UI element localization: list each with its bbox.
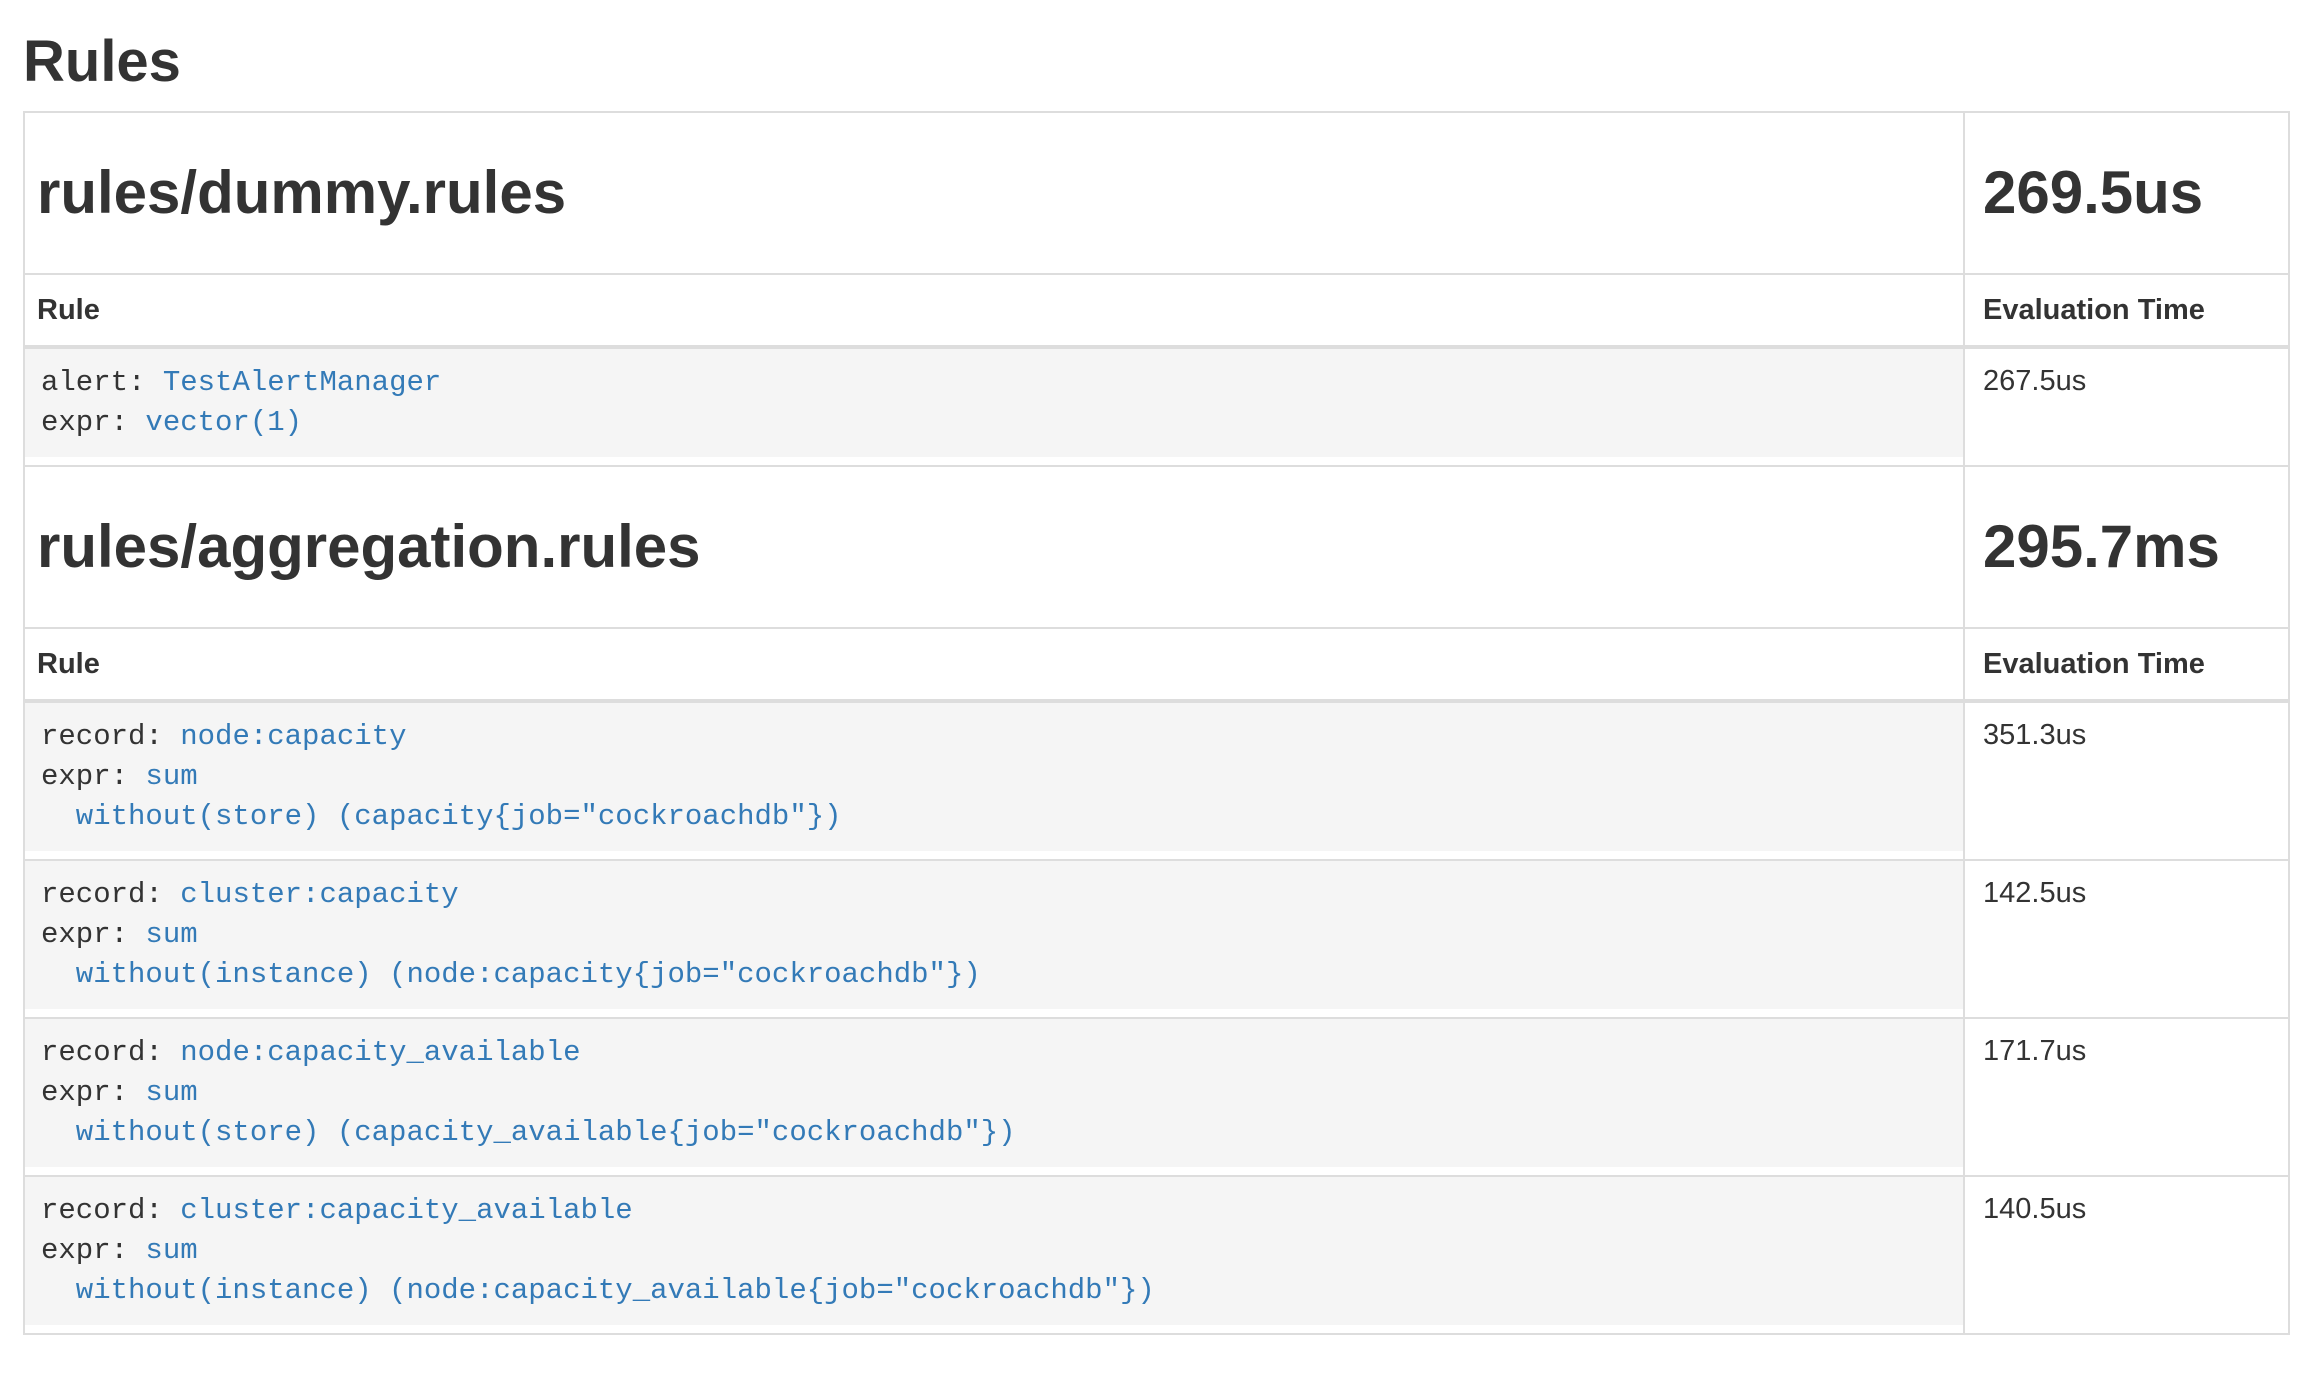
rule-group-file: rules/dummy.rules	[37, 160, 1963, 226]
rule-expr-link[interactable]: sum without(instance) (node:capacity_ava…	[41, 1234, 1155, 1307]
rule-column-header: Rule	[37, 294, 100, 326]
rule-column-header-cell: Rule	[24, 274, 1964, 347]
rule-name-link[interactable]: cluster:capacity	[180, 878, 458, 911]
rule-group-file: rules/aggregation.rules	[37, 514, 1963, 580]
rule-cell: record: node:capacity_available expr: su…	[24, 1018, 1964, 1176]
rule-kind-label: record:	[41, 1194, 163, 1227]
columns-header-row: Rule Evaluation Time	[24, 628, 2289, 701]
rule-row: alert: TestAlertManager expr: vector(1)2…	[24, 347, 2289, 466]
rule-row: record: cluster:capacity expr: sum witho…	[24, 860, 2289, 1018]
rule-group-name-cell: rules/aggregation.rules	[24, 466, 1964, 628]
rule-evaluation-time: 140.5us	[1964, 1176, 2289, 1334]
rule-group-name-cell: rules/dummy.rules	[24, 112, 1964, 274]
rule-name-link[interactable]: node:capacity_available	[180, 1036, 580, 1069]
rule-column-header-cell: Rule	[24, 628, 1964, 701]
rule-cell: alert: TestAlertManager expr: vector(1)	[24, 347, 1964, 466]
eval-time-column-header: Evaluation Time	[1983, 294, 2205, 326]
eval-time-column-header: Evaluation Time	[1983, 648, 2205, 680]
rule-group-eval-cell: 295.7ms	[1964, 466, 2289, 628]
rule-expr-link[interactable]: sum without(store) (capacity{job="cockro…	[41, 760, 842, 833]
rule-evaluation-time: 171.7us	[1964, 1018, 2289, 1176]
rule-code-block: record: cluster:capacity_available expr:…	[25, 1177, 1963, 1325]
rules-table: rules/dummy.rules 269.5us Rule Evaluation T…	[23, 111, 2290, 1335]
rules-table-body: rules/dummy.rules 269.5us Rule Evaluation T…	[24, 112, 2289, 1334]
rule-name-link[interactable]: cluster:capacity_available	[180, 1194, 632, 1227]
rule-evaluation-time: 351.3us	[1964, 701, 2289, 860]
rule-name-link[interactable]: node:capacity	[180, 720, 406, 753]
rule-expr-link[interactable]: vector(1)	[145, 406, 302, 439]
rule-code-block: alert: TestAlertManager expr: vector(1)	[25, 349, 1963, 457]
rule-code-block: record: node:capacity_available expr: su…	[25, 1019, 1963, 1167]
rule-row: record: cluster:capacity_available expr:…	[24, 1176, 2289, 1334]
rule-code-block: record: node:capacity expr: sum without(…	[25, 703, 1963, 851]
rule-expr-link[interactable]: sum without(instance) (node:capacity{job…	[41, 918, 981, 991]
columns-header-row: Rule Evaluation Time	[24, 274, 2289, 347]
rule-kind-label: record:	[41, 878, 163, 911]
rule-name-link[interactable]: TestAlertManager	[163, 366, 441, 399]
rule-kind-label: record:	[41, 1036, 163, 1069]
rule-expr-label: expr:	[41, 918, 128, 951]
eval-time-column-header-cell: Evaluation Time	[1964, 274, 2289, 347]
rule-group-evaluation-duration: 295.7ms	[1983, 514, 2288, 580]
page-title: Rules	[23, 30, 2290, 95]
rule-group-header-row: rules/dummy.rules 269.5us	[24, 112, 2289, 274]
rule-cell: record: cluster:capacity_available expr:…	[24, 1176, 1964, 1334]
rule-kind-label: alert:	[41, 366, 145, 399]
rule-expr-label: expr:	[41, 1234, 128, 1267]
rule-group-eval-cell: 269.5us	[1964, 112, 2289, 274]
rule-code-block: record: cluster:capacity expr: sum witho…	[25, 861, 1963, 1009]
rule-evaluation-time: 142.5us	[1964, 860, 2289, 1018]
rule-expr-link[interactable]: sum without(store) (capacity_available{j…	[41, 1076, 1016, 1149]
rule-evaluation-time: 267.5us	[1964, 347, 2289, 466]
rule-expr-label: expr:	[41, 760, 128, 793]
rule-expr-label: expr:	[41, 406, 128, 439]
rule-cell: record: node:capacity expr: sum without(…	[24, 701, 1964, 860]
eval-time-column-header-cell: Evaluation Time	[1964, 628, 2289, 701]
rule-kind-label: record:	[41, 720, 163, 753]
rule-row: record: node:capacity expr: sum without(…	[24, 701, 2289, 860]
rule-row: record: node:capacity_available expr: su…	[24, 1018, 2289, 1176]
rule-column-header: Rule	[37, 648, 100, 680]
rule-group-header-row: rules/aggregation.rules 295.7ms	[24, 466, 2289, 628]
rule-group-evaluation-duration: 269.5us	[1983, 160, 2288, 226]
rule-cell: record: cluster:capacity expr: sum witho…	[24, 860, 1964, 1018]
rules-page: Rules rules/dummy.rules 269.5us Rule Evalua…	[23, 30, 2290, 1335]
rule-expr-label: expr:	[41, 1076, 128, 1109]
